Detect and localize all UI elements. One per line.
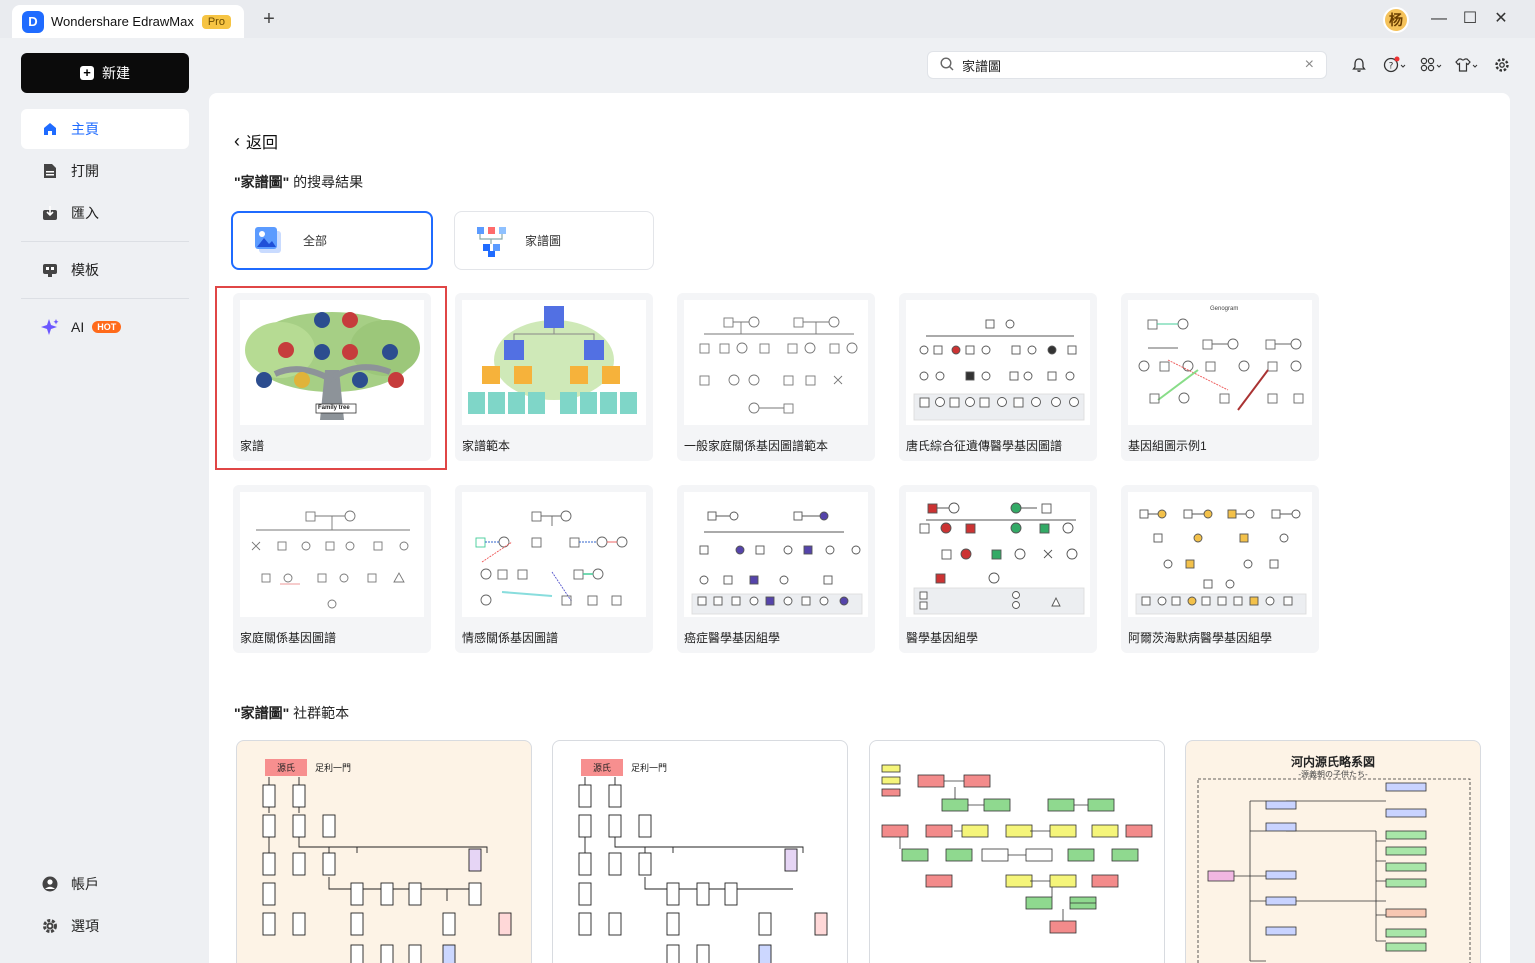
close-button[interactable]: ✕ — [1488, 6, 1514, 32]
sidebar-divider — [21, 241, 189, 242]
app-logo-icon: D — [22, 10, 44, 33]
file-icon — [41, 162, 59, 180]
community-tag: 源氏 — [265, 759, 308, 776]
template-label: 一般家庭關係基因圖譜範本 — [684, 439, 829, 453]
community-title: "家譜圖" 社群範本 — [234, 705, 350, 721]
sidebar-item-ai[interactable]: AI HOT — [21, 307, 189, 347]
shirt-icon[interactable] — [1453, 54, 1481, 76]
image-gallery-icon — [253, 225, 285, 257]
template-card-family-tree[interactable]: Family tree 家譜 — [233, 293, 431, 461]
new-button[interactable]: + 新建 — [21, 53, 189, 93]
app-title: Wondershare EdrawMax — [51, 14, 194, 29]
community-card[interactable]: 源氏 足利一門 — [552, 740, 848, 963]
back-button[interactable]: ‹ 返回 — [234, 129, 278, 153]
pro-badge: Pro — [201, 14, 231, 29]
community-card[interactable]: 河内源氏略系図 -源義朝の子供たち- — [1185, 740, 1481, 963]
template-label: 基因組圖示例1 — [1128, 439, 1207, 453]
template-card[interactable]: 癌症醫學基因組學 — [677, 485, 875, 653]
template-card[interactable]: 家庭關係基因圖譜 — [233, 485, 431, 653]
help-icon[interactable]: ? — [1382, 54, 1410, 76]
document-tab[interactable]: D Wondershare EdrawMax Pro — [12, 5, 244, 38]
template-thumbnail — [684, 492, 868, 617]
template-label: 癌症醫學基因組學 — [684, 631, 781, 645]
template-card[interactable]: 家譜範本 — [455, 293, 653, 461]
sidebar-item-label: 匯入 — [71, 205, 99, 221]
new-tab-button[interactable]: + — [258, 8, 280, 30]
sidebar-item-label: 打開 — [71, 163, 99, 179]
apps-grid-icon[interactable] — [1418, 54, 1446, 76]
thumb-text: Genogram — [1210, 306, 1239, 312]
community-tag: 源氏 — [581, 759, 624, 776]
hot-badge: HOT — [92, 321, 122, 333]
template-card[interactable]: 一般家庭關係基因圖譜範本 — [677, 293, 875, 461]
template-thumbnail: Genogram — [1128, 300, 1312, 425]
new-button-label: 新建 — [102, 65, 130, 81]
community-card[interactable]: 源氏 足利一門 — [236, 740, 532, 963]
search-input[interactable]: 家譜圖 × — [927, 51, 1327, 79]
sidebar-item-label: 模板 — [71, 262, 99, 278]
template-thumbnail — [240, 492, 424, 617]
filter-family-tree[interactable]: 家譜圖 — [454, 211, 654, 270]
template-thumbnail — [906, 300, 1090, 425]
template-card[interactable]: 情感關係基因圖譜 — [455, 485, 653, 653]
import-icon — [41, 204, 59, 222]
template-label: 情感關係基因圖譜 — [462, 631, 559, 645]
svg-text:?: ? — [1389, 62, 1394, 72]
title-bar: D Wondershare EdrawMax Pro + 杨 — ☐ ✕ — [0, 0, 1535, 38]
sidebar-item-account[interactable]: 帳戶 — [21, 864, 189, 904]
template-label: 阿爾茨海默病醫學基因組學 — [1128, 631, 1273, 645]
sidebar-item-label: 帳戶 — [71, 876, 99, 892]
template-label: 家庭關係基因圖譜 — [240, 631, 337, 645]
sidebar-item-home[interactable]: 主頁 — [21, 109, 189, 149]
thumb-text: Family tree — [318, 405, 350, 411]
filter-label: 家譜圖 — [525, 234, 562, 248]
sidebar-item-import[interactable]: 匯入 — [21, 193, 189, 233]
sidebar-item-open[interactable]: 打開 — [21, 151, 189, 191]
maximize-button[interactable]: ☐ — [1457, 6, 1483, 32]
filter-label: 全部 — [303, 234, 328, 248]
minimize-button[interactable]: — — [1426, 6, 1452, 32]
back-label: 返回 — [246, 135, 279, 152]
template-thumbnail — [462, 492, 646, 617]
sidebar-divider — [21, 298, 189, 299]
search-icon — [940, 56, 954, 74]
template-label: 唐氏綜合征遺傳醫學基因圖譜 — [906, 439, 1063, 453]
template-card[interactable]: 醫學基因組學 — [899, 485, 1097, 653]
chevron-left-icon: ‹ — [234, 130, 240, 151]
main-panel: ‹ 返回 "家譜圖" 的搜尋結果 全部 家譜圖 Family tree 家譜 家… — [209, 93, 1510, 963]
template-thumbnail — [684, 300, 868, 425]
template-thumbnail — [906, 492, 1090, 617]
family-tree-icon — [475, 225, 507, 257]
template-label: 家譜 — [240, 439, 265, 453]
filter-all[interactable]: 全部 — [231, 211, 433, 270]
settings-icon[interactable] — [1491, 54, 1513, 76]
bell-icon[interactable] — [1348, 54, 1370, 76]
sidebar-item-label: 主頁 — [71, 121, 99, 137]
search-value: 家譜圖 — [962, 58, 1002, 74]
community-card[interactable] — [869, 740, 1165, 963]
user-avatar[interactable]: 杨 — [1383, 7, 1409, 33]
sidebar-item-templates[interactable]: 模板 — [21, 250, 189, 290]
search-results-title: "家譜圖" 的搜尋結果 — [234, 174, 364, 190]
template-card[interactable]: Genogram 基因組圖示例1 — [1121, 293, 1319, 461]
sidebar-item-options[interactable]: 選項 — [21, 906, 189, 946]
template-label: 醫學基因組學 — [906, 631, 979, 645]
sparkle-icon — [41, 318, 59, 336]
template-label: 家譜範本 — [462, 439, 511, 453]
clear-search-icon[interactable]: × — [1305, 56, 1314, 74]
template-card[interactable]: 唐氏綜合征遺傳醫學基因圖譜 — [899, 293, 1097, 461]
home-icon — [41, 120, 59, 138]
template-card[interactable]: 阿爾茨海默病醫學基因組學 — [1121, 485, 1319, 653]
community-tag: 足利一門 — [631, 763, 668, 773]
community-tag: 足利一門 — [315, 763, 352, 773]
gear-icon — [41, 917, 59, 935]
sidebar-item-label: 選項 — [71, 918, 99, 934]
template-thumbnail: Family tree — [240, 300, 424, 425]
template-thumbnail — [462, 300, 646, 425]
template-icon — [41, 261, 59, 279]
plus-icon: + — [80, 66, 94, 80]
account-icon — [41, 875, 59, 893]
sidebar-item-label: AI — [71, 319, 85, 335]
template-thumbnail — [1128, 492, 1312, 617]
